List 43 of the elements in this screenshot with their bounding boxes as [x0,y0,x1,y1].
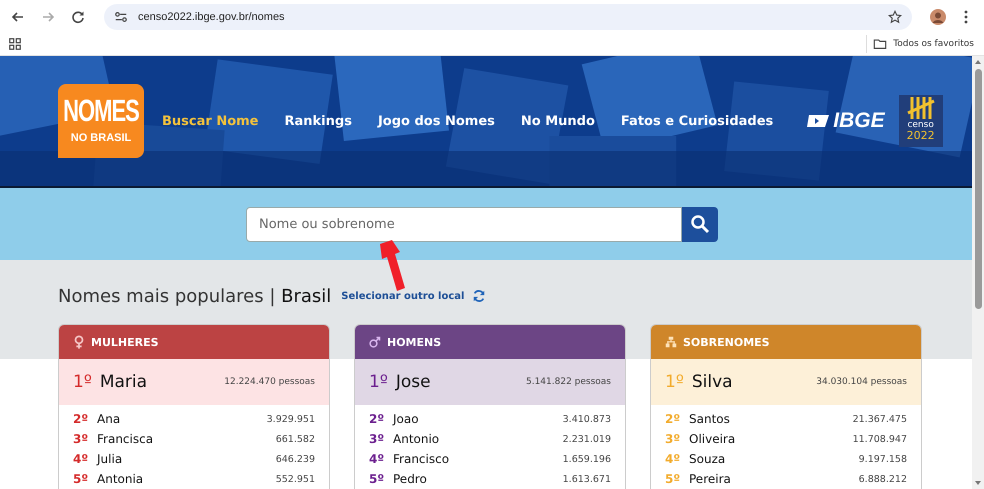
apps-icon[interactable] [6,35,24,53]
ranking-row[interactable]: 4º Souza 9.197.158 [665,449,907,469]
profile-avatar[interactable] [930,8,946,24]
address-bar[interactable]: censo2022.ibge.gov.br/nomes [104,4,912,30]
ranking-row[interactable]: 5º Pedro 1.613.671 [369,469,611,489]
ranking-row[interactable]: 3º Francisca 661.582 [73,429,315,449]
search-button[interactable] [682,206,718,242]
ranking-row[interactable]: 4º Francisco 1.659.196 [369,449,611,469]
nav-link[interactable]: Buscar Nome [162,114,258,128]
bookmarks-label: Todos os favoritos [893,39,974,49]
refresh-icon[interactable] [472,289,486,303]
nav-link[interactable]: Fatos e Curiosidades [620,114,774,128]
censo-logo[interactable]: censo 2022 [898,95,943,147]
ranking-row[interactable]: 5º Pereira 6.888.212 [665,469,907,489]
scrollbar[interactable] [972,56,984,489]
ranking-row[interactable]: 2º Ana 3.929.951 [73,409,315,429]
top-entry[interactable]: 1º Maria 12.224.470 pessoas [59,359,329,405]
search-field[interactable]: Nome ou sobrenome [246,206,682,242]
scroll-down-icon[interactable] [974,480,982,486]
scroll-up-icon[interactable] [974,59,982,65]
change-location-link[interactable]: Selecionar outro local [341,290,464,302]
ranking-row[interactable]: 2º Santos 21.367.475 [665,409,907,429]
section-title: Nomes mais populares | Brasil [58,286,332,306]
nav-link[interactable]: Jogo dos Nomes [378,114,495,128]
ibge-logo[interactable]: IBGE [807,109,885,133]
bookmarks-folder[interactable]: Todos os favoritos [866,35,978,53]
star-icon[interactable] [886,8,904,26]
nav-link[interactable]: Rankings [284,114,352,128]
search-icon [690,214,710,234]
top-entry[interactable]: 1º Silva 34.030.104 pessoas [651,359,921,405]
family-tree-icon [665,335,677,349]
ranking-row[interactable]: 2º Joao 3.410.873 [369,409,611,429]
card-title: HOMENS [387,336,442,348]
card-title: MULHERES [91,336,159,348]
ranking-row[interactable]: 3º Oliveira 11.708.947 [665,429,907,449]
male-icon [369,335,381,349]
top-entry[interactable]: 1º Jose 5.141.822 pessoas [355,359,625,405]
female-icon [73,335,85,349]
ranking-row[interactable]: 5º Antonia 552.951 [73,469,315,489]
ranking-row[interactable]: 4º Julia 646.239 [73,449,315,469]
ranking-row[interactable]: 3º Antonio 2.231.019 [369,429,611,449]
nav-link[interactable]: No Mundo [520,114,595,128]
card-title: SOBRENOMES [683,336,770,348]
